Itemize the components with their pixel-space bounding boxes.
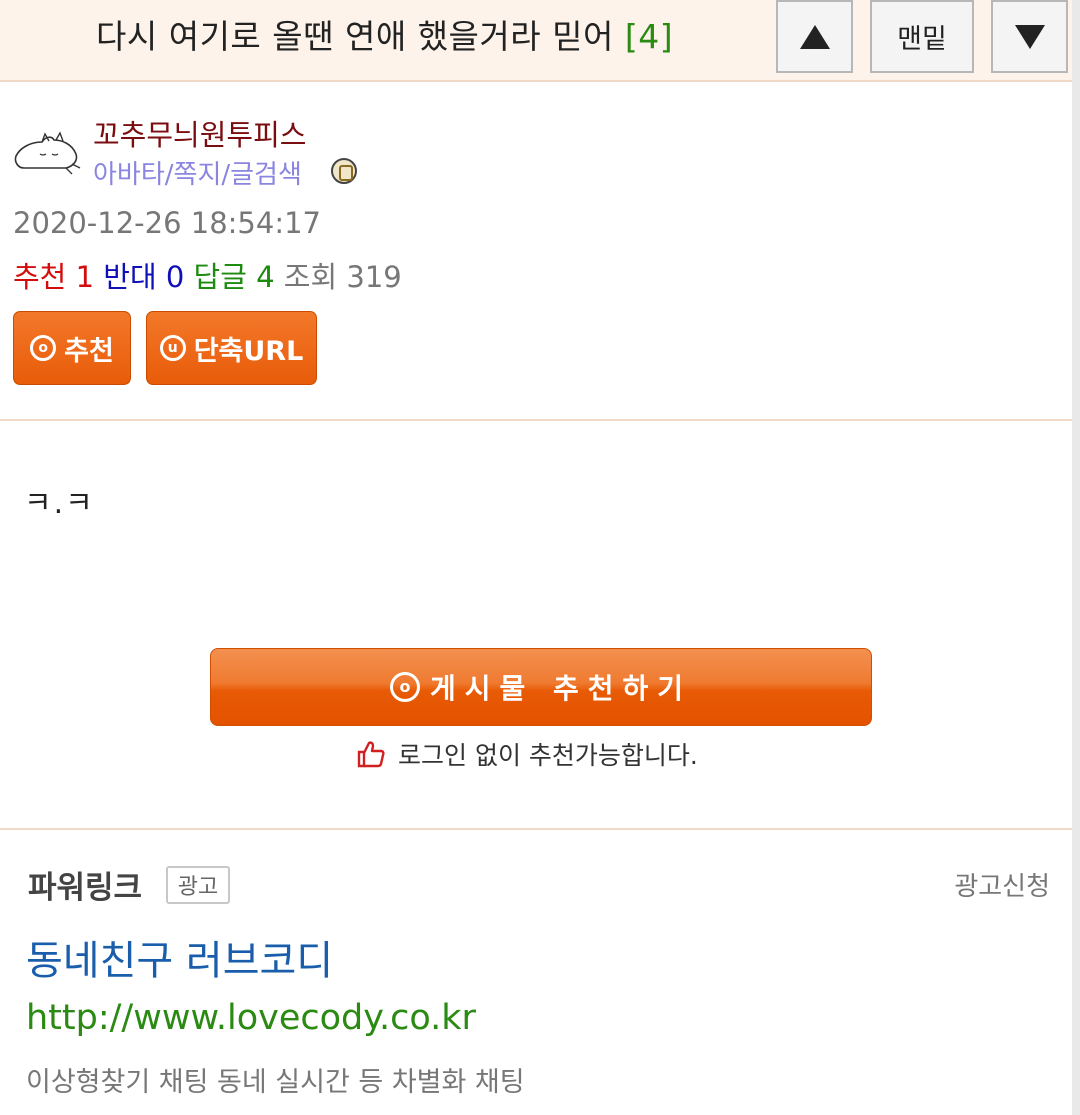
ad-badge: 광고: [166, 866, 230, 904]
header-divider: [0, 419, 1072, 421]
content-divider: [0, 828, 1072, 830]
powerlink-title: 파워링크: [28, 870, 143, 906]
thumbs-up-icon: [357, 741, 385, 768]
ad-title-link[interactable]: 동네친구 러브코디: [26, 928, 333, 986]
post-page: 다시 여기로 올땐 연애 했을거라 믿어 [4] 맨밑 꼬추무늬원투피스 아바타…: [0, 0, 1080, 1115]
reply-label: 답글: [193, 260, 247, 294]
short-url-button[interactable]: u 단축URL: [146, 311, 317, 385]
recommend-circle-icon: o: [389, 672, 420, 702]
author-links[interactable]: 아바타/쪽지/글검색: [93, 154, 302, 191]
ad-url-link[interactable]: http://www.lovecody.co.kr: [26, 998, 476, 1038]
scroll-up-button[interactable]: [776, 0, 853, 73]
view-label: 조회: [283, 260, 338, 294]
reply-count: 4: [256, 260, 275, 294]
scroll-bottom-label: 맨밑: [897, 24, 947, 55]
recommend-circle-icon: o: [30, 335, 57, 361]
short-url-button-label: 단축URL: [193, 335, 304, 367]
recommend-button[interactable]: o 추천: [13, 311, 131, 385]
ad-description: 이상형찾기 채팅 동네 실시간 등 차별화 채팅: [26, 1067, 525, 1098]
oppose-count: 0: [165, 260, 185, 294]
view-count: 319: [346, 260, 402, 294]
post-title: 다시 여기로 올땐 연애 했을거라 믿어 [4]: [96, 10, 673, 58]
comment-count[interactable]: [4]: [625, 17, 673, 56]
arrow-down-icon: [1014, 24, 1045, 49]
post-header: 다시 여기로 올땐 연애 했을거라 믿어 [4] 맨밑: [0, 0, 1072, 82]
recommend-note: 로그인 없이 추천가능합니다.: [356, 736, 698, 772]
sleeping-cat-icon[interactable]: [12, 126, 82, 178]
oppose-label: 반대: [103, 260, 157, 294]
author-name[interactable]: 꼬추무늬원투피스: [93, 112, 306, 154]
level-badge-icon: [331, 158, 357, 184]
scroll-down-button[interactable]: [991, 0, 1068, 73]
scroll-bottom-button[interactable]: 맨밑: [870, 0, 974, 73]
post-date: 2020-12-26 18:54:17: [13, 206, 321, 240]
recommend-post-label: 게시물 추천하기: [429, 672, 693, 705]
ad-apply-link[interactable]: 광고신청: [954, 866, 1050, 903]
recommend-note-text: 로그인 없이 추천가능합니다.: [398, 741, 698, 770]
recommend-label: 추천: [13, 260, 67, 294]
recommend-post-button[interactable]: o 게시물 추천하기: [210, 648, 872, 726]
url-circle-icon: u: [159, 335, 186, 361]
recommend-button-label: 추천: [64, 335, 114, 367]
recommend-count: 1: [75, 260, 95, 294]
post-title-text: 다시 여기로 올땐 연애 했을거라 믿어: [96, 17, 614, 56]
arrow-up-icon: [799, 24, 830, 49]
post-stats: 추천 1 반대 0 답글 4 조회 319: [13, 254, 402, 296]
post-body: ㅋ.ㅋ: [24, 486, 95, 521]
